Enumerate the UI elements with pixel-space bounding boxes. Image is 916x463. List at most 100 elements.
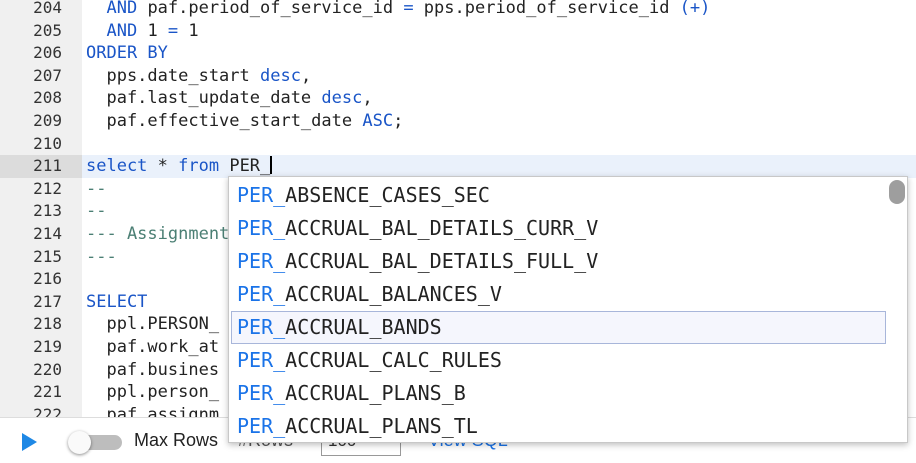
- code-token: pps.date_start: [86, 65, 260, 86]
- match-prefix: PER_: [237, 183, 286, 207]
- code-text[interactable]: paf.effective_start_date ASC;: [86, 110, 403, 133]
- code-token: paf.work_at: [86, 337, 220, 357]
- code-text[interactable]: --: [86, 200, 106, 223]
- code-text[interactable]: select * from PER_: [86, 155, 273, 178]
- line-number: 214: [33, 224, 62, 243]
- code-token: pps.period_of_service_id: [413, 0, 680, 18]
- item-name: ACCRUAL_CALC_RULES: [285, 348, 502, 372]
- code-text[interactable]: SELECT: [86, 291, 147, 314]
- code-line[interactable]: 205 AND 1 = 1: [0, 20, 916, 43]
- comment-token: --: [86, 201, 107, 222]
- keyword-token: (+): [679, 0, 711, 18]
- item-name: ACCRUAL_BAL_DETAILS_CURR_V: [285, 216, 599, 240]
- keyword-token: SELECT: [86, 291, 148, 312]
- max-rows-toggle[interactable]: [68, 431, 122, 454]
- line-number: 219: [33, 337, 62, 356]
- line-number: 221: [33, 382, 62, 402]
- code-token: PER_: [219, 156, 271, 177]
- autocomplete-item[interactable]: PER_ACCRUAL_BANDS: [231, 311, 886, 344]
- comment-token: --: [86, 178, 107, 199]
- play-icon[interactable]: [22, 433, 37, 451]
- keyword-token: from: [178, 156, 220, 177]
- code-text[interactable]: paf.busines: [86, 359, 219, 382]
- line-number: 211: [0, 155, 82, 178]
- item-name: ACCRUAL_BAL_DETAILS_FULL_V: [285, 249, 599, 273]
- code-token: ppl.PERSON_: [86, 314, 220, 335]
- text-cursor: [270, 156, 273, 175]
- keyword-token: ORDER BY: [86, 43, 168, 64]
- code-token: paf.period_of_service_id: [137, 0, 404, 18]
- keyword-token: AND: [106, 20, 138, 41]
- line-number: 217: [33, 291, 62, 311]
- code-text[interactable]: ---: [86, 246, 117, 269]
- code-line[interactable]: 208 paf.last_update_date desc,: [0, 87, 916, 110]
- match-prefix: PER_: [237, 216, 286, 240]
- autocomplete-item[interactable]: PER_ACCRUAL_PLANS_B: [231, 377, 886, 410]
- code-text[interactable]: paf.work_at: [86, 336, 219, 359]
- line-number: 216: [33, 269, 62, 289]
- max-rows-label: Max Rows: [134, 430, 219, 450]
- keyword-token: select: [86, 156, 148, 177]
- line-number: 220: [33, 359, 62, 379]
- code-token: paf.last_update_date: [86, 88, 322, 109]
- keyword-token: ASC: [362, 111, 394, 131]
- code-text[interactable]: paf.assignm: [86, 404, 219, 417]
- keyword-token: =: [403, 0, 414, 18]
- code-line[interactable]: 209 paf.effective_start_date ASC;: [0, 110, 916, 133]
- toggle-knob[interactable]: [68, 431, 91, 454]
- code-token: 1: [178, 20, 199, 41]
- code-text[interactable]: ppl.PERSON_: [86, 313, 219, 336]
- code-line[interactable]: 211 select * from PER_: [0, 155, 916, 178]
- line-number: 204: [33, 0, 62, 17]
- match-prefix: PER_: [237, 414, 286, 438]
- code-token: ,: [300, 65, 312, 86]
- code-line[interactable]: 206 ORDER BY: [0, 42, 916, 65]
- code-line[interactable]: 204 AND paf.period_of_service_id = pps.p…: [0, 0, 916, 20]
- autocomplete-item[interactable]: PER_ABSENCE_CASES_SEC: [231, 179, 886, 212]
- match-prefix: PER_: [237, 381, 286, 405]
- code-token: ;: [393, 111, 404, 131]
- code-token: *: [147, 156, 179, 177]
- line-number: 215: [33, 246, 62, 266]
- line-number: 210: [33, 133, 62, 153]
- code-token: ,: [362, 88, 373, 109]
- comment-token: --- Assignment: [86, 224, 230, 244]
- code-text[interactable]: --- Assignment: [86, 223, 229, 246]
- code-text[interactable]: paf.last_update_date desc,: [86, 87, 373, 110]
- code-text[interactable]: ORDER BY: [86, 42, 168, 65]
- autocomplete-scrollbar[interactable]: [889, 180, 905, 204]
- code-line[interactable]: 207 pps.date_start desc,: [0, 65, 916, 88]
- item-name: ACCRUAL_PLANS_TL: [285, 414, 478, 438]
- code-text[interactable]: AND paf.period_of_service_id = pps.perio…: [86, 0, 710, 20]
- line-number: 218: [33, 314, 62, 334]
- match-prefix: PER_: [237, 348, 286, 372]
- code-token: ppl.person_: [86, 382, 220, 403]
- autocomplete-dropdown[interactable]: PER_ABSENCE_CASES_SEC PER_ACCRUAL_BAL_DET…: [228, 176, 908, 443]
- comment-token: ---: [86, 246, 117, 267]
- code-text[interactable]: AND 1 = 1: [86, 20, 199, 43]
- code-text[interactable]: ppl.person_: [86, 381, 219, 404]
- code-token: paf.assignm: [86, 404, 220, 417]
- keyword-token: desc: [260, 65, 301, 86]
- code-line[interactable]: 210: [0, 133, 916, 156]
- autocomplete-item[interactable]: PER_ACCRUAL_BAL_DETAILS_FULL_V: [231, 245, 886, 278]
- item-name: ACCRUAL_BANDS: [285, 315, 442, 339]
- match-prefix: PER_: [237, 249, 286, 273]
- line-number: 222: [33, 404, 62, 417]
- autocomplete-item[interactable]: PER_ACCRUAL_PLANS_TL: [231, 410, 886, 442]
- line-number: 212: [33, 178, 62, 198]
- keyword-token: AND: [106, 0, 138, 18]
- line-number: 213: [33, 201, 62, 221]
- code-token: 1: [137, 20, 168, 41]
- match-prefix: PER_: [237, 282, 286, 306]
- autocomplete-item[interactable]: PER_ACCRUAL_BAL_DETAILS_CURR_V: [231, 212, 886, 245]
- keyword-token: =: [167, 20, 179, 41]
- code-token: paf.effective_start_date: [86, 111, 363, 131]
- autocomplete-item[interactable]: PER_ACCRUAL_CALC_RULES: [231, 344, 886, 377]
- line-number: 207: [33, 65, 62, 85]
- code-text[interactable]: --: [86, 178, 106, 201]
- autocomplete-item[interactable]: PER_ACCRUAL_BALANCES_V: [231, 278, 886, 311]
- item-name: ACCRUAL_PLANS_B: [285, 381, 466, 405]
- code-text[interactable]: pps.date_start desc,: [86, 65, 311, 88]
